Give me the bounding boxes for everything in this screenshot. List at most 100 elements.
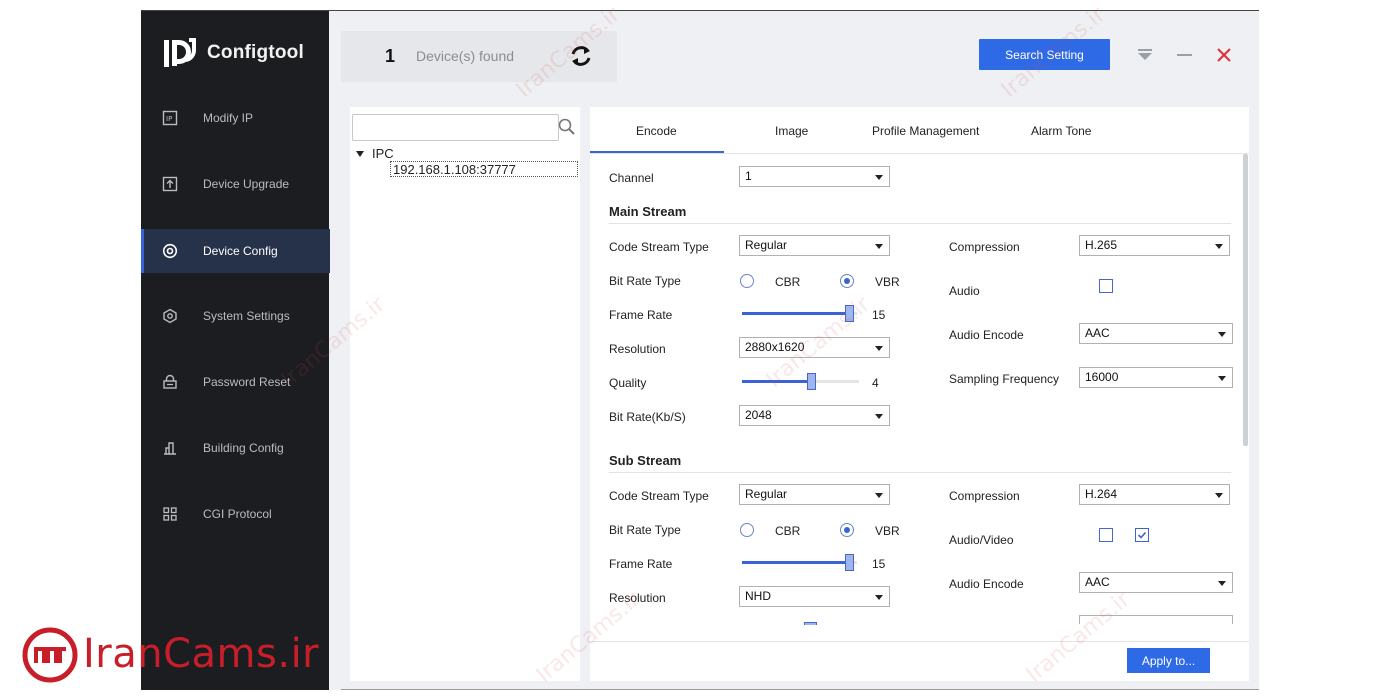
sidebar-item-building-config[interactable]: Building Config [141,426,329,470]
sub-cbr-radio[interactable] [740,523,754,537]
tree-node-ipc[interactable]: IPC [372,146,394,161]
tree-node-device[interactable]: 192.168.1.108:37777 [390,161,578,177]
main-code-stream-type-select[interactable]: Regular [739,235,890,256]
sub-frame-rate-slider[interactable] [845,554,854,571]
chevron-down-icon [875,244,883,249]
minimize-icon[interactable] [1174,44,1196,66]
config-panel [590,107,1249,681]
device-search-input[interactable] [352,114,559,141]
app-title: Configtool [207,42,304,63]
main-code-stream-type-value: Regular [745,238,788,252]
sidebar-item-label: Device Config [203,244,278,258]
channel-select[interactable]: 1 [739,166,890,187]
checkmark-icon [1137,531,1147,539]
sub-stream-divider [609,472,1231,473]
grid-icon [162,506,178,522]
main-compression-select[interactable]: H.265 [1079,235,1230,256]
app-logo-icon [163,37,197,71]
sub-video-checkbox[interactable] [1135,528,1149,542]
main-bit-rate-label: Bit Rate(Kb/S) [609,410,686,424]
building-icon [162,440,178,456]
sampling-frequency-label: Sampling Frequency [949,372,1060,386]
main-cbr-radio[interactable] [740,274,754,288]
irancams-logo-icon [22,627,78,683]
main-bit-rate-value: 2048 [745,408,772,422]
tab-encode[interactable]: Encode [636,124,677,138]
main-bit-rate-select[interactable]: 2048 [739,405,890,426]
target-icon [162,243,178,259]
sidebar-item-modify-ip[interactable]: IP Modify IP [141,96,329,140]
sidebar-item-label: CGI Protocol [203,507,272,521]
sub-resolution-value: NHD [745,589,771,603]
main-vbr-radio[interactable] [840,274,854,288]
svg-text:IP: IP [166,115,172,123]
sub-bit-rate-type-label: Bit Rate Type [609,523,681,537]
main-audio-label: Audio [949,284,980,298]
footer-divider [590,641,1249,642]
chevron-down-icon [875,493,883,498]
apply-to-button[interactable]: Apply to... [1127,648,1210,673]
channel-value: 1 [745,169,752,183]
main-audio-encode-select[interactable]: AAC [1079,323,1233,344]
sub-frame-rate-value: 15 [872,557,886,571]
main-audio-checkbox[interactable] [1099,279,1113,293]
main-audio-encode-value: AAC [1085,326,1110,340]
sidebar-item-label: Building Config [203,441,284,455]
lock-reset-icon [162,374,178,390]
sub-resolution-select[interactable]: NHD [739,586,890,607]
sidebar-item-cgi-protocol[interactable]: CGI Protocol [141,492,329,536]
main-cbr-label: CBR [775,275,801,289]
window-bottom-border [341,689,1259,690]
sidebar-item-label: Password Reset [203,375,291,389]
sub-vbr-radio[interactable] [840,523,854,537]
tab-alarm-tone[interactable]: Alarm Tone [1031,124,1091,138]
tabs-divider [590,153,1249,154]
sampling-frequency-value: 16000 [1085,370,1119,384]
sub-audio-encode-select[interactable]: AAC [1079,572,1233,593]
tab-profile-management[interactable]: Profile Management [872,124,979,138]
main-quality-label: Quality [609,376,647,390]
main-bit-rate-type-label: Bit Rate Type [609,274,681,288]
main-quality-slider[interactable] [807,373,816,390]
main-quality-value: 4 [872,376,879,390]
main-stream-title: Main Stream [609,204,687,219]
sidebar-item-label: System Settings [203,309,290,323]
sub-audio-encode-value: AAC [1085,575,1110,589]
irancams-brand-text: IranCams.ir [83,631,320,677]
sub-audio-checkbox[interactable] [1099,528,1113,542]
sub-stream-title: Sub Stream [609,453,682,468]
sub-code-stream-type-select[interactable]: Regular [739,484,890,505]
sub-frame-rate-label: Frame Rate [609,557,673,571]
sub-cbr-label: CBR [775,524,801,538]
sub-compression-select[interactable]: H.264 [1079,484,1230,505]
chevron-down-icon [1215,244,1223,249]
tab-image[interactable]: Image [775,124,808,138]
sidebar-item-device-upgrade[interactable]: Device Upgrade [141,162,329,206]
tree-expand-icon[interactable] [356,151,364,157]
chevron-down-icon [875,595,883,600]
device-tree-panel [350,107,580,681]
sidebar-item-device-config[interactable]: Device Config [141,229,330,273]
search-icon[interactable] [557,117,577,137]
sampling-frequency-select[interactable]: 16000 [1079,367,1233,388]
main-frame-rate-label: Frame Rate [609,308,673,322]
chevron-down-icon [1218,581,1226,586]
sidebar-item-system-settings[interactable]: System Settings [141,294,329,338]
vertical-scrollbar[interactable] [1243,154,1248,446]
menu-dropdown-icon[interactable] [1134,44,1156,66]
devices-found-label: Device(s) found [416,48,515,64]
chevron-down-icon [1218,376,1226,381]
sub-frame-rate-fill [742,561,850,564]
close-icon[interactable] [1213,44,1235,66]
device-count: 1 [385,46,396,66]
sub-audio-encode-label: Audio Encode [949,577,1024,591]
ip-icon: IP [162,110,178,126]
chevron-down-icon [875,346,883,351]
scroll-mask [590,625,1249,641]
main-stream-divider [609,223,1231,224]
chevron-down-icon [875,175,883,180]
audio-video-label: Audio/Video [949,533,1014,547]
main-compression-label: Compression [949,240,1020,254]
upload-icon [162,176,178,192]
active-tab-indicator [590,151,724,153]
